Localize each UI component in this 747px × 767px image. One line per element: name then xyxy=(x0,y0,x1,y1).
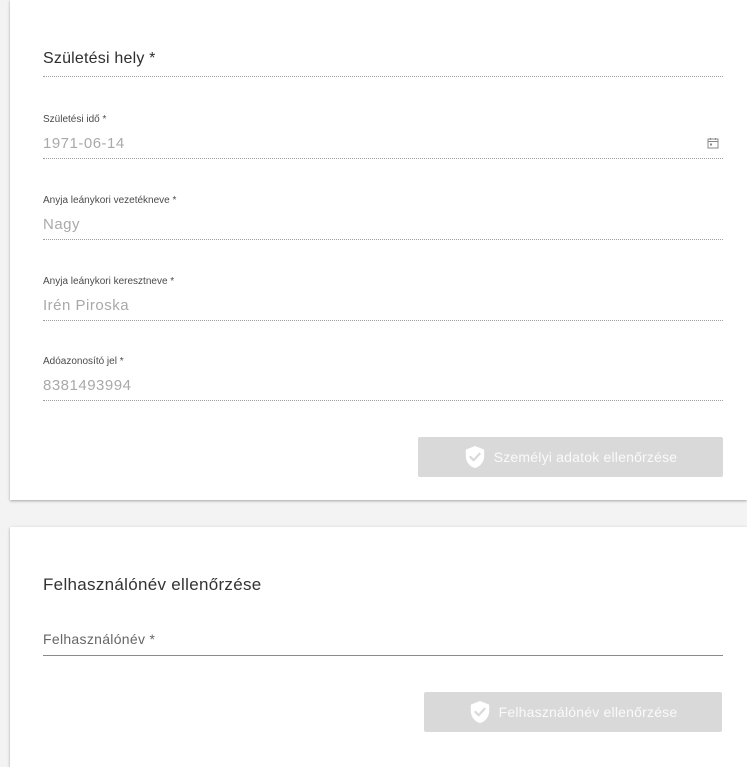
mother-surname-label: Anyja leánykori vezetékneve * xyxy=(43,195,177,206)
mother-surname-field[interactable]: Anyja leánykori vezetékneve * Nagy xyxy=(43,195,723,240)
username-section-title: Felhasználónév ellenőrzése xyxy=(43,575,262,594)
calendar-icon[interactable] xyxy=(707,137,719,149)
tax-id-label: Adóazonosító jel * xyxy=(43,356,124,367)
tax-id-field[interactable]: Adóazonosító jel * 8381493994 xyxy=(43,356,723,401)
birth-date-field[interactable]: Születési idő * 1971-06-14 xyxy=(43,114,723,159)
verify-personal-data-label: Személyi adatok ellenőrzése xyxy=(493,449,678,465)
verify-username-label: Felhasználónév ellenőrzése xyxy=(498,704,678,720)
verify-username-button[interactable]: Felhasználónév ellenőrzése xyxy=(424,692,722,732)
mother-surname-value: Nagy xyxy=(43,216,81,233)
mother-firstname-field[interactable]: Anyja leánykori keresztneve * Irén Piros… xyxy=(43,276,723,321)
birth-place-label: Születési hely * xyxy=(43,50,156,67)
username-input[interactable]: Felhasználónév * xyxy=(43,619,723,656)
personal-data-card: Születési hely * Születési idő * 1971-06… xyxy=(10,0,747,500)
shield-check-icon xyxy=(465,446,484,468)
mother-firstname-label: Anyja leánykori keresztneve * xyxy=(43,276,175,287)
username-placeholder: Felhasználónév * xyxy=(43,631,156,647)
verify-personal-data-button[interactable]: Személyi adatok ellenőrzése xyxy=(418,437,723,477)
shield-check-icon xyxy=(470,701,489,723)
birth-date-value: 1971-06-14 xyxy=(43,135,125,152)
tax-id-value: 8381493994 xyxy=(43,377,132,394)
username-card: Felhasználónév ellenőrzése Felhasználóné… xyxy=(10,527,747,767)
birth-date-label: Születési idő * xyxy=(43,114,107,125)
mother-firstname-value: Irén Piroska xyxy=(43,297,130,314)
birth-place-field[interactable]: Születési hely * xyxy=(43,40,723,77)
